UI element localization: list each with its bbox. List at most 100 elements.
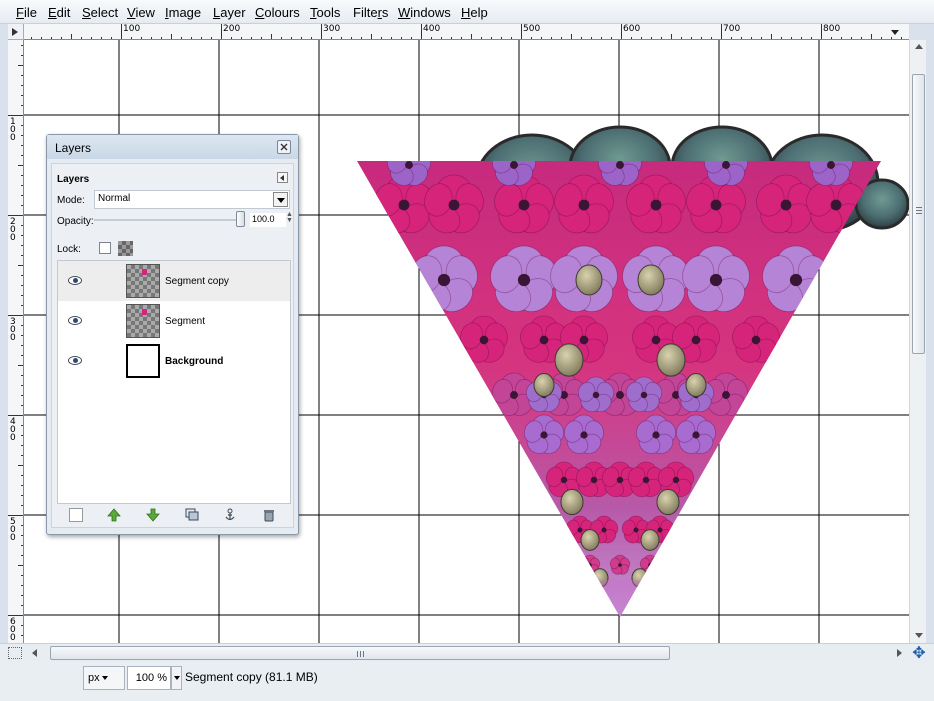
panel-tab-label: Layers <box>57 174 90 185</box>
layer-row[interactable]: Segment copy <box>58 261 290 301</box>
dialog-titlebar[interactable]: Layers <box>47 135 298 159</box>
lower-layer-icon[interactable] <box>146 508 160 522</box>
scroll-left-arrow-icon[interactable] <box>32 649 37 657</box>
menu-help[interactable]: Help <box>461 5 488 20</box>
opacity-spin-arrows-icon[interactable]: ▲ ▼ <box>286 211 293 224</box>
anchor-icon[interactable] <box>223 508 237 522</box>
ruler-tick <box>221 24 222 39</box>
menu-select[interactable]: Select <box>82 5 118 20</box>
trash-icon[interactable] <box>262 508 276 522</box>
status-message: Segment copy (81.1 MB) <box>185 670 318 684</box>
opacity-label: Opacity: <box>57 216 94 227</box>
ruler-tick <box>8 315 23 316</box>
menu-view[interactable]: View <box>127 5 155 20</box>
pearl <box>640 529 660 551</box>
thumbnail-mark <box>142 269 147 275</box>
menu-filters[interactable]: Filters <box>353 5 388 20</box>
pearl <box>637 264 665 296</box>
ruler-tick <box>621 24 622 39</box>
opacity-input[interactable]: 100.0 <box>250 213 286 227</box>
unit-selector[interactable]: px <box>83 666 125 690</box>
zoom-dropdown-button[interactable] <box>171 666 182 690</box>
new-layer-icon[interactable] <box>69 508 83 522</box>
thumbnail-mark <box>142 309 147 315</box>
lock-alpha-icon[interactable] <box>118 241 133 256</box>
ruler-label: 100 <box>123 24 141 34</box>
ruler-label: 600 <box>10 617 16 643</box>
ruler-tick <box>8 615 23 616</box>
eye-icon[interactable] <box>68 276 82 285</box>
pearl <box>533 373 555 397</box>
zoom-value: 100 % <box>135 672 167 684</box>
pearl <box>656 488 680 516</box>
pearl <box>433 328 455 352</box>
raise-layer-icon[interactable] <box>107 508 121 522</box>
layer-row[interactable]: Segment <box>58 301 290 341</box>
menu-image[interactable]: Image <box>165 5 201 20</box>
chevron-down-icon <box>102 676 108 680</box>
ruler-label: 500 <box>523 24 541 34</box>
ruler-label: 600 <box>623 24 641 34</box>
mode-label: Mode: <box>57 195 85 206</box>
horizontal-scrollbar-row: ✥ <box>0 643 934 662</box>
menu-layer[interactable]: Layer <box>213 5 246 20</box>
tab-menu-button[interactable] <box>277 172 288 183</box>
menu-bar: File Edit Select View Image Layer Colours Tools… <box>0 0 934 24</box>
menu-arrow-icon <box>12 28 18 36</box>
menu-edit[interactable]: Edit <box>48 5 70 20</box>
lock-label: Lock: <box>57 244 81 255</box>
quick-mask-toggle-icon[interactable] <box>8 647 22 659</box>
grip-line <box>916 213 922 214</box>
opacity-slider-track[interactable] <box>94 219 244 221</box>
duplicate-layer-icon[interactable] <box>185 508 199 522</box>
ruler-label: 800 <box>823 24 841 34</box>
pearl <box>656 343 686 377</box>
menu-arrow-icon <box>280 175 284 181</box>
ruler-label: 700 <box>723 24 741 34</box>
layer-name: Segment <box>165 316 206 327</box>
horizontal-scroll-thumb[interactable] <box>50 646 670 660</box>
pearl <box>560 488 584 516</box>
quick-mask-menu-button[interactable] <box>8 24 24 40</box>
ruler-tick <box>821 24 822 39</box>
menu-colours[interactable]: Colours <box>255 5 300 20</box>
close-button[interactable] <box>277 140 291 154</box>
menu-file[interactable]: File <box>16 5 37 20</box>
vertical-scroll-thumb[interactable] <box>912 74 925 354</box>
grip-line <box>916 210 922 211</box>
vertical-ruler[interactable]: 100 200 300 400 500 600 <box>8 40 24 643</box>
mode-dropdown-button[interactable] <box>273 192 288 207</box>
ruler-label: 300 <box>10 317 16 343</box>
ruler-label: 500 <box>10 517 16 543</box>
mode-select[interactable]: Normal <box>94 190 290 209</box>
ruler-tick <box>8 215 23 216</box>
ruler-tick <box>321 24 322 39</box>
layer-row[interactable]: Background <box>58 341 290 381</box>
ruler-tick <box>8 515 23 516</box>
eye-icon[interactable] <box>68 316 82 325</box>
navigate-move-icon[interactable]: ✥ <box>911 645 927 661</box>
eye-icon[interactable] <box>68 356 82 365</box>
layer-name: Background <box>165 356 224 367</box>
horizontal-ruler[interactable]: 100 200 300 400 500 600 700 800 <box>24 24 909 40</box>
vertical-scrollbar[interactable] <box>909 40 926 643</box>
grip-line <box>357 651 358 657</box>
mode-value: Normal <box>98 193 131 204</box>
scroll-right-arrow-icon[interactable] <box>897 649 902 657</box>
flower-segment-artwork <box>357 125 909 617</box>
status-bar: px 100 % Segment copy (81.1 MB) <box>0 662 934 701</box>
chevron-down-icon <box>174 676 180 680</box>
lock-pixels-checkbox[interactable] <box>99 242 111 254</box>
menu-windows[interactable]: Windows <box>398 5 451 20</box>
opacity-slider-handle[interactable] <box>236 211 245 227</box>
pearl <box>785 328 807 352</box>
chevron-down-icon <box>277 198 285 203</box>
zoom-input[interactable]: 100 % <box>127 666 171 690</box>
grip-line <box>363 651 364 657</box>
ruler-tick <box>721 24 722 39</box>
menu-tools[interactable]: Tools <box>310 5 340 20</box>
scroll-down-arrow-icon[interactable] <box>915 633 923 638</box>
scroll-up-arrow-icon[interactable] <box>915 44 923 49</box>
ruler-tick <box>8 115 23 116</box>
dialog-title: Layers <box>55 141 92 155</box>
